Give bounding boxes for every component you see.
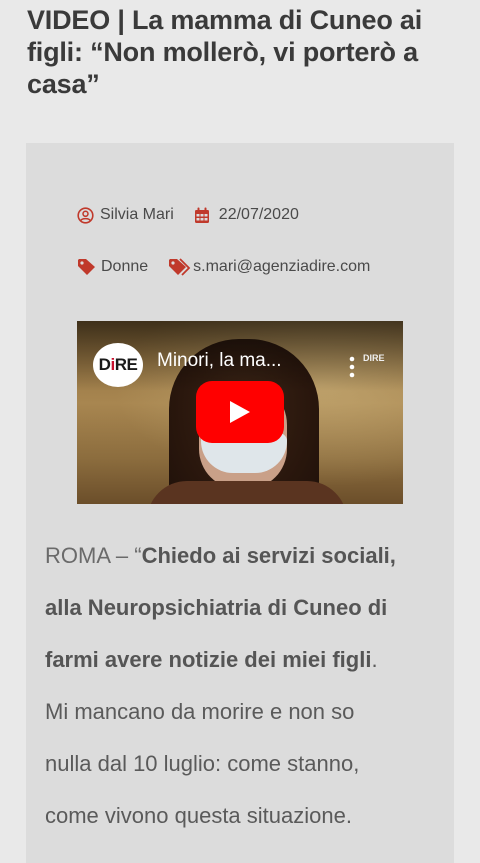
article-title: VIDEO | La mamma di Cuneo ai figli: “Non… — [27, 5, 423, 99]
play-icon — [230, 401, 250, 423]
body-quote-line: alla Neuropsichiatria di Cuneo di — [45, 595, 388, 620]
video-player[interactable]: Di RE Minori, la ma... DIRE — [77, 321, 403, 504]
body-period: . — [371, 647, 378, 672]
tag-label: s.mari@agenziadire.com — [193, 258, 371, 275]
body-quote-line: Chiedo ai servizi sociali, — [141, 543, 396, 568]
video-thumbnail-shoulders — [147, 481, 347, 504]
article-tags: Donne s.mari@agenziadire.com — [77, 258, 370, 276]
publish-date: 22/07/2020 — [218, 206, 299, 223]
body-line: come vivono questa situazione. — [45, 803, 352, 828]
channel-logo[interactable]: Di RE — [93, 343, 143, 387]
tag-link-donne[interactable]: Donne — [77, 258, 148, 276]
author-link[interactable]: Silvia Mari — [77, 206, 174, 224]
play-button[interactable] — [196, 381, 284, 443]
user-circle-icon — [77, 206, 94, 224]
date-link[interactable]: 22/07/2020 — [194, 206, 299, 224]
more-vertical-icon[interactable] — [347, 354, 357, 380]
tags-icon — [168, 258, 192, 276]
tag-icon — [77, 258, 99, 276]
author-name: Silvia Mari — [100, 206, 174, 223]
video-watermark: DIRE — [363, 353, 385, 363]
calendar-icon — [194, 207, 210, 224]
body-line: Mi mancano da morire e non so — [45, 699, 355, 724]
body-line: nulla dal 10 luglio: come stanno, — [45, 751, 360, 776]
body-quote-line: farmi avere notizie dei miei figli — [45, 647, 372, 672]
body-lead: ROMA – “ — [45, 543, 142, 568]
video-title[interactable]: Minori, la ma... — [157, 350, 337, 372]
article-body: ROMA – “Chiedo ai servizi sociali, alla … — [45, 530, 455, 842]
tag-link-email[interactable]: s.mari@agenziadire.com — [168, 258, 370, 276]
tag-label: Donne — [101, 258, 149, 275]
article-meta: Silvia Mari 22/07/2020 — [77, 206, 299, 224]
